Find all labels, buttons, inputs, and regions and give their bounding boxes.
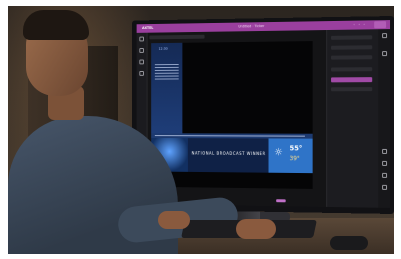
ticker-text [154, 135, 305, 137]
close-icon[interactable] [382, 33, 388, 39]
apply-button[interactable] [331, 77, 373, 83]
property-field[interactable] [331, 35, 373, 40]
gear-icon[interactable] [382, 51, 388, 57]
person-hair [23, 10, 89, 40]
window-icon[interactable] [382, 148, 388, 154]
layers-icon[interactable] [139, 48, 144, 53]
weather-low: 39° [289, 155, 300, 163]
computer-mouse [330, 236, 368, 250]
chat-icon[interactable] [382, 172, 388, 178]
weather-high: 55° [289, 144, 303, 153]
promo-panel: 12:30 [151, 42, 183, 134]
app-brand: AXTEL [142, 25, 154, 30]
media-icon[interactable] [139, 59, 144, 65]
promo-text [154, 63, 179, 82]
sun-icon: ☼ [274, 147, 283, 159]
office-photo: AXTEL Untitled · Ticker ◦◦◦ 12:30 NATION… [8, 6, 394, 254]
property-field[interactable] [331, 67, 373, 72]
breadcrumb[interactable] [149, 34, 205, 40]
app-title: Untitled · Ticker [238, 24, 265, 29]
broadcast-canvas[interactable]: 12:30 NATIONAL BROADCAST WINNER ☼ 55° 39… [151, 41, 313, 189]
right-toolbar [378, 29, 391, 208]
settings-icon[interactable] [139, 71, 144, 76]
topbar-icons[interactable]: ◦◦◦ [353, 22, 368, 26]
lower-third: NATIONAL BROADCAST WINNER ☼ 55° 39° [151, 137, 313, 174]
person-right-hand [236, 219, 276, 239]
property-field[interactable] [331, 45, 373, 50]
home-icon[interactable] [139, 36, 144, 42]
weather-widget: ☼ 55° 39° [268, 138, 313, 174]
property-field[interactable] [331, 55, 373, 60]
monitor-screen: AXTEL Untitled · Ticker ◦◦◦ 12:30 NATION… [136, 20, 391, 208]
status-chip [276, 199, 286, 203]
lower-third-headline: NATIONAL BROADCAST WINNER [191, 150, 266, 157]
person-left-hand [158, 211, 190, 229]
properties-panel [326, 29, 391, 208]
promo-time: 12:30 [158, 46, 168, 51]
edit-icon[interactable] [382, 184, 388, 190]
info-icon[interactable] [382, 160, 388, 166]
property-dropdown[interactable] [331, 87, 373, 92]
user-avatar[interactable] [374, 21, 387, 29]
